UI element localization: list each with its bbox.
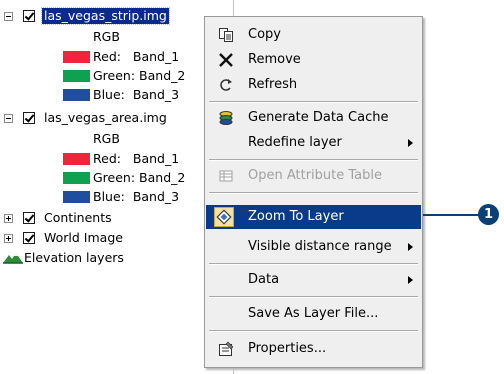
submenu-arrow-icon <box>408 139 413 147</box>
expand-toggle-continents[interactable] <box>4 214 13 223</box>
copy-icon <box>219 28 233 42</box>
panel-divider <box>233 0 234 16</box>
collapse-toggle-area[interactable] <box>4 114 13 123</box>
composite-label-area: RGB <box>93 131 120 146</box>
layer-visibility-checkbox-area[interactable] <box>23 112 35 124</box>
blue-band-swatch <box>63 191 90 203</box>
submenu-arrow-icon <box>408 243 413 251</box>
red-band-swatch <box>63 51 90 63</box>
menu-item-properties[interactable]: Properties... <box>206 337 421 361</box>
menu-separator <box>209 330 418 332</box>
band-label-blue: Blue: Band_3 <box>93 189 180 204</box>
band-label-red: Red: Band_1 <box>93 49 180 64</box>
menu-item-data[interactable]: Data <box>206 268 421 292</box>
menu-label: Copy <box>248 27 281 42</box>
callout-number-badge: 1 <box>478 204 499 225</box>
band-label-green: Green: Band_2 <box>93 68 186 83</box>
callout-leader-line <box>423 214 481 216</box>
collapse-toggle-strip[interactable] <box>4 12 13 21</box>
menu-label: Data <box>248 272 280 287</box>
menu-item-refresh[interactable]: Refresh <box>206 73 421 97</box>
menu-label: Open Attribute Table <box>248 168 383 183</box>
menu-item-copy[interactable]: Copy <box>206 23 421 47</box>
menu-separator <box>209 263 418 265</box>
composite-label-strip: RGB <box>93 29 120 44</box>
band-label-blue: Blue: Band_3 <box>93 87 180 102</box>
menu-item-open-attribute-table[interactable]: Open Attribute Table <box>206 164 421 188</box>
menu-label: Remove <box>248 52 301 67</box>
menu-item-visible-distance-range[interactable]: Visible distance range <box>206 235 421 259</box>
layer-context-menu: Copy Remove Refresh Generate Data Cache … <box>204 16 423 368</box>
layer-visibility-checkbox-strip[interactable] <box>23 10 35 22</box>
menu-separator <box>209 159 418 161</box>
menu-label: Zoom To Layer <box>248 209 344 224</box>
menu-separator <box>209 296 418 298</box>
band-label-red: Red: Band_1 <box>93 151 180 166</box>
menu-label: Save As Layer File... <box>248 306 379 321</box>
green-band-swatch <box>63 70 90 82</box>
menu-item-redefine-layer[interactable]: Redefine layer <box>206 131 421 155</box>
red-band-swatch <box>63 153 90 165</box>
menu-label: Generate Data Cache <box>248 110 389 125</box>
layer-name-world-image[interactable]: World Image <box>44 230 123 246</box>
expand-toggle-world-image[interactable] <box>4 234 13 243</box>
remove-x-icon <box>219 53 233 67</box>
menu-item-zoom-to-layer[interactable]: Zoom To Layer <box>206 205 421 229</box>
refresh-icon <box>220 79 232 91</box>
elevation-layers-icon <box>3 253 23 264</box>
menu-item-remove[interactable]: Remove <box>206 48 421 72</box>
properties-icon <box>219 341 234 356</box>
band-label-green: Green: Band_2 <box>93 170 186 185</box>
layer-name-continents[interactable]: Continents <box>44 210 112 226</box>
layer-name-area[interactable]: las_vegas_area.img <box>44 110 167 126</box>
zoom-to-layer-icon <box>214 207 234 227</box>
menu-label: Visible distance range <box>248 239 392 254</box>
menu-item-save-as-layer-file[interactable]: Save As Layer File... <box>206 302 421 326</box>
layer-name-strip[interactable]: las_vegas_strip.img <box>41 7 170 25</box>
blue-band-swatch <box>63 89 90 101</box>
data-cache-icon <box>219 111 233 125</box>
menu-separator <box>209 101 418 103</box>
layer-visibility-checkbox-continents[interactable] <box>23 212 35 224</box>
menu-item-generate-data-cache[interactable]: Generate Data Cache <box>206 106 421 130</box>
layer-visibility-checkbox-world-image[interactable] <box>23 232 35 244</box>
attribute-table-icon <box>219 170 233 182</box>
menu-label: Properties... <box>248 341 327 356</box>
green-band-swatch <box>63 172 90 184</box>
layer-name-elevation[interactable]: Elevation layers <box>24 250 124 266</box>
submenu-arrow-icon <box>408 276 413 284</box>
menu-label: Refresh <box>248 77 298 92</box>
menu-label: Redefine layer <box>248 135 342 150</box>
menu-separator <box>209 192 418 194</box>
